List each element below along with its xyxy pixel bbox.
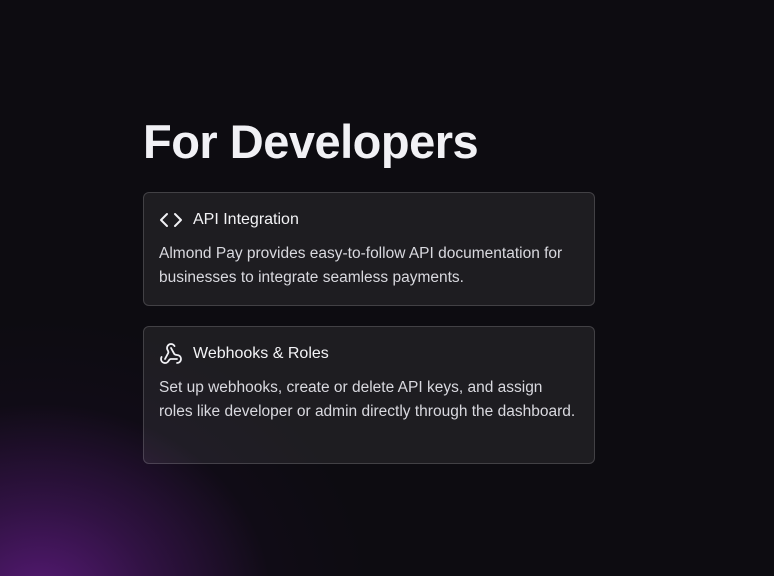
card-description: Set up webhooks, create or delete API ke…: [159, 379, 576, 420]
webhooks-roles-card: Webhooks & Roles Set up webhooks, create…: [143, 326, 595, 464]
code-brackets-icon: [159, 208, 183, 232]
card-description: Almond Pay provides easy-to-follow API d…: [159, 245, 563, 286]
card-header: API Integration: [159, 207, 579, 233]
api-integration-card: API Integration Almond Pay provides easy…: [143, 192, 595, 306]
webhook-icon: [159, 342, 183, 366]
card-title: Webhooks & Roles: [193, 345, 329, 362]
card-header: Webhooks & Roles: [159, 341, 579, 367]
page-title: For Developers: [143, 115, 479, 168]
card-title: API Integration: [193, 211, 299, 228]
developers-section: For Developers API Integration Almond Pa…: [143, 112, 595, 464]
